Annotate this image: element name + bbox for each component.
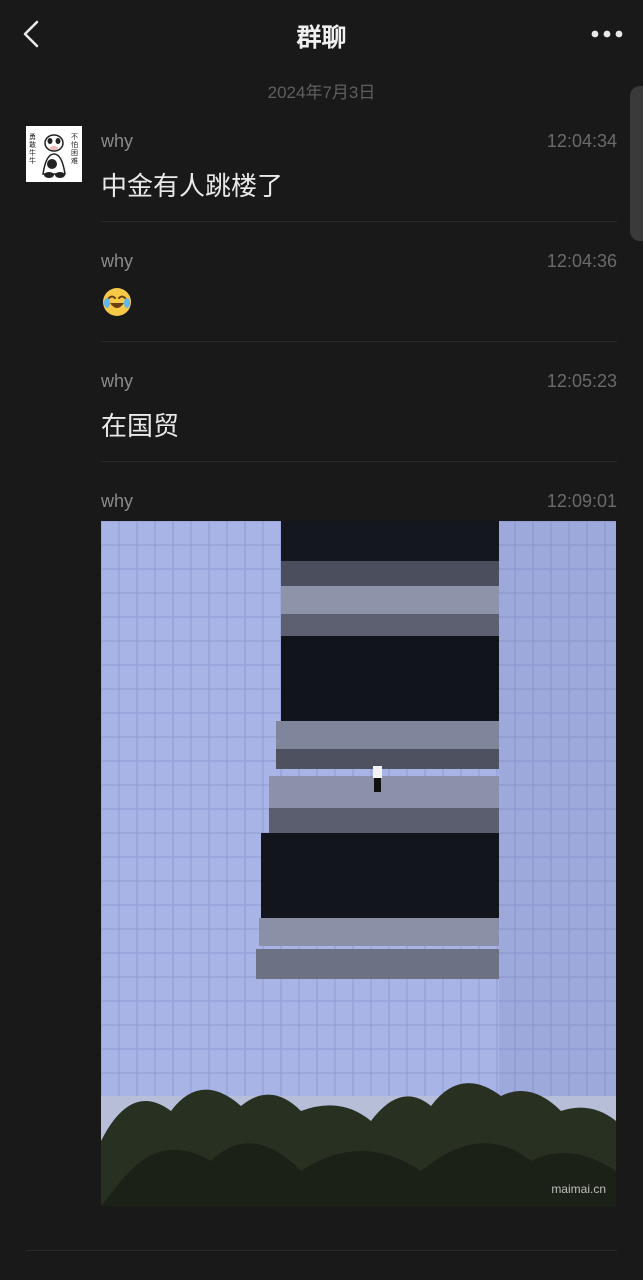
message-time: 12:04:34 [546, 131, 617, 151]
page-title: 群聊 [296, 24, 347, 52]
more-button[interactable] [587, 20, 627, 48]
message-divider [101, 461, 617, 462]
message-time: 12:04:36 [546, 251, 617, 271]
bottom-divider [26, 1250, 617, 1251]
image-watermark: maimai.cn [551, 1182, 606, 1196]
more-dots-icon [591, 30, 623, 38]
top-bar: 群聊 [0, 0, 643, 70]
tears-of-joy-emoji-icon[interactable] [101, 286, 133, 318]
message-image[interactable]: maimai.cn [101, 521, 616, 1206]
message-text[interactable]: 在国贸 [101, 406, 179, 443]
message-time: 12:09:01 [546, 491, 617, 511]
message-text[interactable]: 中金有人跳楼了 [101, 166, 283, 203]
message-divider [101, 341, 617, 342]
sender-name[interactable]: why [101, 371, 133, 392]
message-divider [101, 221, 617, 222]
side-scroll-handle[interactable] [630, 86, 643, 241]
sender-name[interactable]: why [101, 131, 133, 152]
sender-name[interactable]: why [101, 251, 133, 272]
avatar-text-left: 勇敢牛牛 [29, 134, 36, 165]
building-photo [101, 521, 616, 1206]
avatar[interactable]: 勇敢牛牛 不怕困难 [26, 126, 82, 182]
date-separator: 2024年7月3日 [267, 83, 376, 102]
avatar-text-right: 不怕困难 [71, 134, 78, 165]
sender-name[interactable]: why [101, 491, 133, 512]
message-time: 12:05:23 [546, 371, 617, 391]
